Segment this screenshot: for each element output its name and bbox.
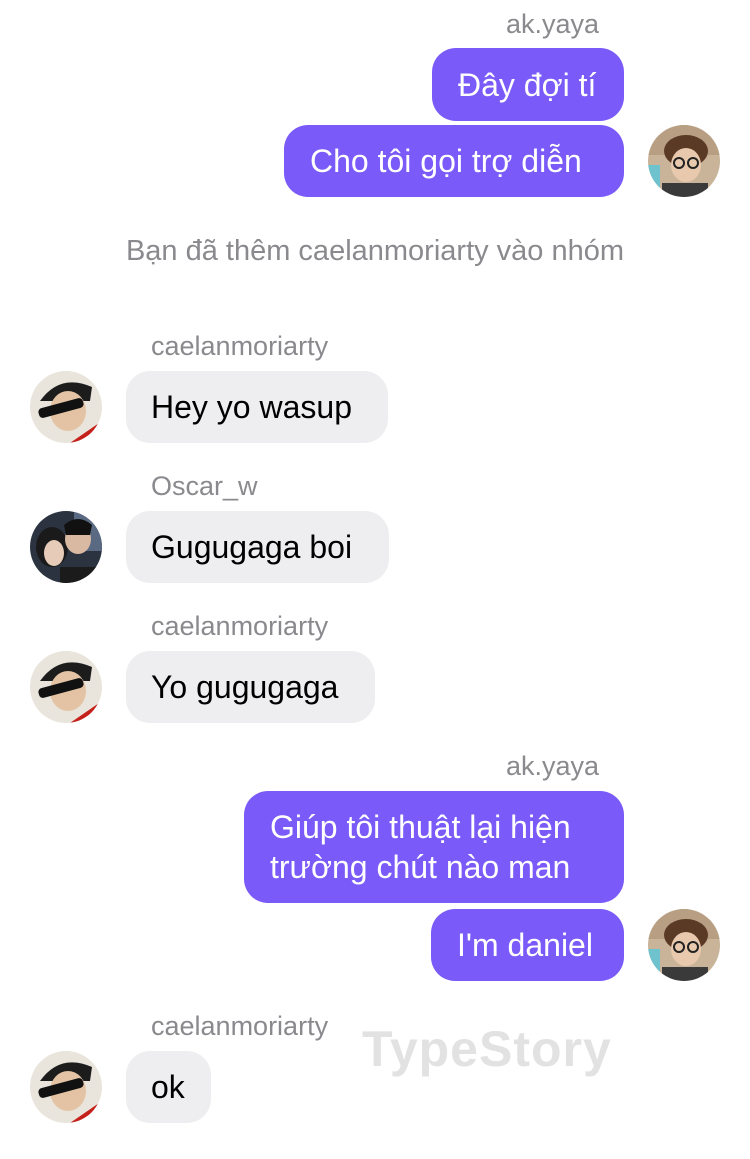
oscar-avatar[interactable] bbox=[30, 511, 102, 583]
user-avatar[interactable] bbox=[648, 125, 720, 197]
avatar-photo-icon bbox=[648, 125, 720, 197]
outgoing-message-bubble[interactable]: Đây đợi tí bbox=[432, 48, 624, 121]
avatar-photo-icon bbox=[30, 511, 102, 583]
user-avatar[interactable] bbox=[648, 909, 720, 981]
sender-name: caelanmoriarty bbox=[151, 611, 329, 641]
outgoing-message-bubble[interactable]: I'm daniel bbox=[431, 909, 624, 981]
incoming-message-bubble[interactable]: ok bbox=[126, 1051, 211, 1123]
incoming-message-bubble[interactable]: Gugugaga boi bbox=[126, 511, 389, 583]
system-notice: Bạn đã thêm caelanmoriarty vào nhóm bbox=[125, 235, 625, 267]
watermark: TypeStory bbox=[362, 1021, 612, 1077]
avatar-photo-icon bbox=[648, 909, 720, 981]
avatar-photo-icon bbox=[30, 1051, 102, 1123]
message-line: Giúp tôi thuật lại hiện bbox=[270, 809, 571, 845]
caelanmoriarty-avatar[interactable] bbox=[30, 651, 102, 723]
incoming-message-bubble[interactable]: Hey yo wasup bbox=[126, 371, 388, 443]
outgoing-message-bubble[interactable]: Giúp tôi thuật lại hiện trường chút nào … bbox=[244, 791, 624, 903]
caelanmoriarty-avatar[interactable] bbox=[30, 1051, 102, 1123]
sender-name: Oscar_w bbox=[151, 471, 258, 501]
incoming-message-bubble[interactable]: Yo gugugaga bbox=[126, 651, 375, 723]
sender-name: caelanmoriarty bbox=[151, 1011, 329, 1041]
chat-screen: ak.yaya Đây đợi tí Cho tôi gọi trợ diễn … bbox=[0, 0, 750, 1159]
outgoing-message-bubble[interactable]: Cho tôi gọi trợ diễn bbox=[284, 125, 624, 197]
avatar-photo-icon bbox=[30, 651, 102, 723]
message-line: trường chút nào man bbox=[270, 849, 571, 885]
sender-name: ak.yaya bbox=[505, 751, 599, 781]
avatar-photo-icon bbox=[30, 371, 102, 443]
sender-name: caelanmoriarty bbox=[151, 331, 329, 361]
sender-name: ak.yaya bbox=[505, 9, 599, 39]
caelanmoriarty-avatar[interactable] bbox=[30, 371, 102, 443]
